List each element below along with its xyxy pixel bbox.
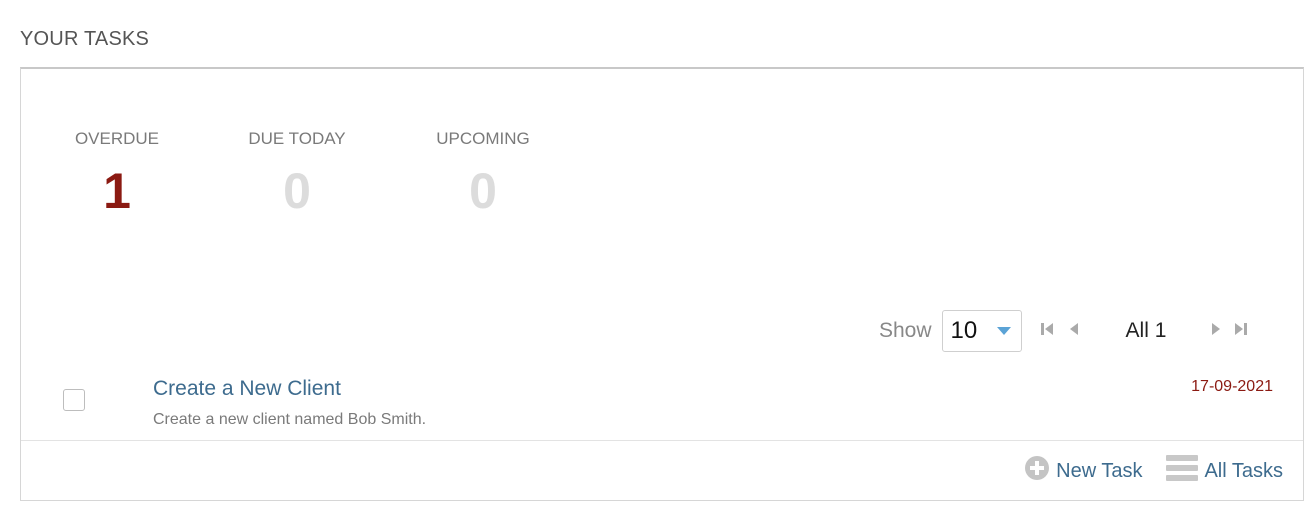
overdue-label: OVERDUE (74, 129, 160, 148)
tasks-panel: OVERDUE 1 DUE TODAY 0 UPCOMING 0 Show 10… (20, 67, 1304, 501)
tasks-footer: New Task All Tasks (21, 441, 1303, 501)
page-size-value: 10 (950, 317, 978, 344)
new-task-label: New Task (1056, 459, 1143, 482)
task-due-date: 17-09-2021 (1191, 378, 1273, 395)
show-label: Show (879, 319, 932, 342)
all-tasks-label: All Tasks (1204, 459, 1283, 482)
list-icon (1166, 453, 1199, 489)
overdue-count: 1 (103, 163, 131, 219)
upcoming-count: 0 (469, 163, 497, 219)
pagination-bar: Show 10 All 1 (879, 309, 1250, 353)
page-size-select[interactable]: 10 (941, 310, 1022, 352)
chevron-down-icon (996, 327, 1011, 335)
page-info: All 1 (1125, 319, 1167, 342)
section-title: YOUR TASKS (20, 28, 150, 50)
new-task-button[interactable]: New Task (1024, 455, 1142, 487)
previous-page-icon[interactable] (1068, 321, 1080, 342)
all-tasks-button[interactable]: All Tasks (1166, 453, 1283, 489)
upcoming-label: UPCOMING (436, 129, 530, 148)
plus-circle-icon (1024, 455, 1050, 487)
task-title-link[interactable]: Create a New Client (153, 377, 341, 401)
task-checkbox[interactable] (63, 389, 85, 411)
first-page-icon[interactable] (1040, 321, 1058, 342)
due-today-count: 0 (283, 163, 311, 219)
due-today-counter[interactable]: DUE TODAY 0 (237, 129, 357, 219)
task-row: Create a New Client Create a new client … (21, 369, 1303, 441)
due-today-label: DUE TODAY (248, 129, 346, 148)
upcoming-counter[interactable]: UPCOMING 0 (423, 129, 543, 219)
overdue-counter[interactable]: OVERDUE 1 (67, 129, 167, 219)
last-page-icon[interactable] (1232, 321, 1250, 342)
task-description: Create a new client named Bob Smith. (153, 411, 427, 428)
next-page-icon[interactable] (1210, 321, 1222, 342)
